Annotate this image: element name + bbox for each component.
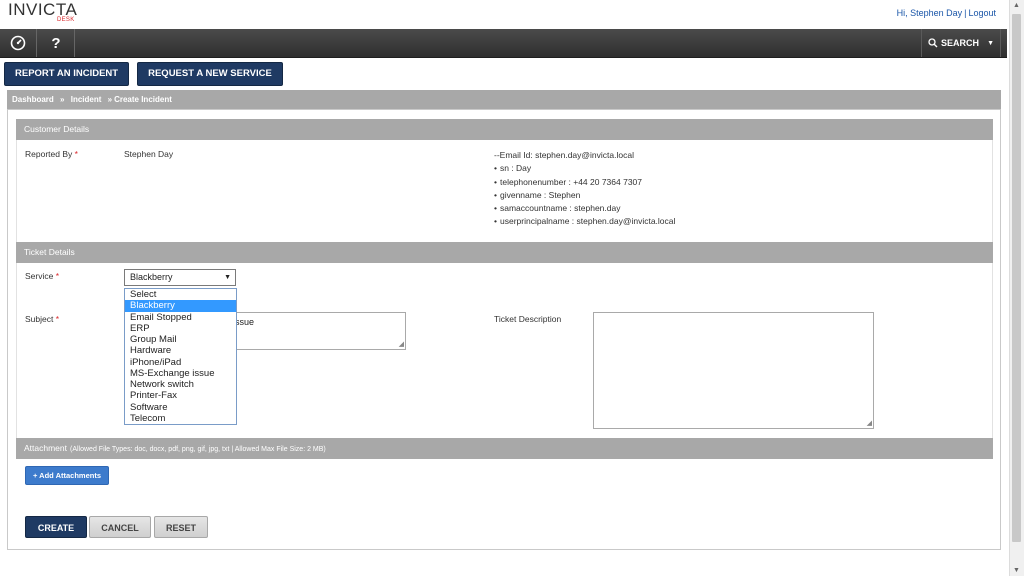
breadcrumb-incident[interactable]: Incident [71, 95, 102, 104]
attribute-item: • telephonenumber : +44 20 7364 7307 [494, 176, 675, 189]
bullet: • [494, 216, 497, 227]
breadcrumb-separator: » [60, 95, 65, 104]
ticket-description-input[interactable]: ◢ [593, 312, 874, 429]
attribute-text: sn : Day [499, 163, 532, 174]
breadcrumb: Dashboard » Incident » Create Incident [7, 90, 1001, 109]
attribute-item: • givenname : Stephen [494, 189, 675, 202]
scroll-up-icon[interactable]: ▲ [1013, 2, 1020, 9]
search-icon [928, 38, 938, 48]
separator: | [964, 8, 967, 18]
dropdown-arrow-icon: ▼ [224, 274, 231, 281]
logout-link[interactable]: Logout [968, 8, 996, 18]
attribute-text: telephonenumber : +44 20 7364 7307 [499, 176, 643, 187]
top-header: INVICTA DESK Hi, Stephen Day | Logout [0, 0, 1010, 28]
service-select-value: Blackberry [130, 272, 173, 282]
reset-button[interactable]: RESET [154, 516, 208, 538]
request-service-button[interactable]: REQUEST A NEW SERVICE [137, 62, 283, 86]
attachment-title: Attachment [24, 443, 67, 453]
app-logo[interactable]: INVICTA DESK [8, 0, 78, 23]
reported-by-label: Reported By * [25, 149, 78, 159]
cancel-button[interactable]: CANCEL [89, 516, 151, 538]
main-navbar: ? SEARCH ▼ [0, 29, 1007, 58]
option-ms-exchange-issue[interactable]: MS-Exchange issue [125, 368, 236, 379]
page-scrollbar[interactable]: ▲ ▼ [1009, 0, 1024, 576]
attribute-item: • samaccountname : stephen.day [494, 202, 675, 215]
logo-subtext: DESK [57, 17, 75, 23]
option-email-stopped[interactable]: Email Stopped [125, 312, 236, 323]
attribute-item: • sn : Day [494, 162, 675, 175]
resize-handle-icon[interactable]: ◢ [399, 341, 404, 348]
bullet: • [494, 203, 497, 214]
attachment-note: (Allowed File Types: doc, docx, pdf, png… [70, 446, 326, 453]
reported-by-text: Reported By [25, 149, 73, 159]
service-select[interactable]: Blackberry ▼ [124, 269, 236, 286]
option-network-switch[interactable]: Network switch [125, 379, 236, 390]
search-label: SEARCH [941, 38, 980, 48]
subject-label-text: Subject [25, 314, 54, 324]
required-mark: * [74, 149, 78, 159]
dashboard-gauge-icon [10, 35, 26, 51]
service-label: Service * [25, 271, 59, 281]
search-menu[interactable]: SEARCH ▼ [921, 29, 1001, 57]
subject-value: ssue [235, 317, 255, 327]
create-button[interactable]: CREATE [25, 516, 87, 538]
breadcrumb-dashboard[interactable]: Dashboard [12, 95, 54, 104]
option-group-mail[interactable]: Group Mail [125, 334, 236, 345]
add-attachments-button[interactable]: + Add Attachments [25, 466, 109, 485]
option-printer-fax[interactable]: Printer-Fax [125, 390, 236, 401]
logo-text: INVICTA [8, 0, 78, 19]
attribute-item: • userprincipalname : stephen.day@invicta… [494, 215, 675, 228]
email-line: --Email Id: stephen.day@invicta.local [494, 150, 634, 160]
service-dropdown-list[interactable]: Select Blackberry Email Stopped ERP Grou… [124, 288, 237, 425]
option-telecom[interactable]: Telecom [125, 413, 236, 424]
ticket-description-label: Ticket Description [494, 314, 562, 324]
customer-info: --Email Id: stephen.day@invicta.local • s… [494, 149, 675, 229]
customer-details-header: Customer Details [16, 119, 993, 140]
subject-label: Subject * [25, 314, 59, 324]
action-buttons: REPORT AN INCIDENT REQUEST A NEW SERVICE [4, 62, 291, 86]
bullet: • [494, 163, 497, 174]
help-icon: ? [51, 34, 61, 52]
option-erp[interactable]: ERP [125, 323, 236, 334]
report-incident-button[interactable]: REPORT AN INCIDENT [4, 62, 130, 86]
help-button[interactable]: ? [38, 29, 75, 57]
option-software[interactable]: Software [125, 402, 236, 413]
bullet: • [494, 176, 497, 187]
service-label-text: Service [25, 271, 54, 281]
bullet: • [494, 189, 497, 200]
chevron-down-icon: ▼ [987, 39, 994, 47]
option-select[interactable]: Select [125, 289, 236, 300]
option-blackberry[interactable]: Blackberry [125, 300, 236, 312]
reported-by-value: Stephen Day [124, 149, 174, 159]
breadcrumb-separator: » [107, 95, 113, 104]
attribute-text: samaccountname : stephen.day [499, 203, 621, 214]
greeting-link[interactable]: Hi, Stephen Day [897, 8, 963, 18]
attribute-text: givenname : Stephen [499, 189, 581, 200]
required-mark: * [55, 314, 60, 324]
ticket-details-header: Ticket Details [16, 242, 993, 263]
attribute-text: userprincipalname : stephen.day@invicta.… [499, 216, 676, 227]
user-links: Hi, Stephen Day | Logout [897, 8, 996, 18]
scroll-down-icon[interactable]: ▼ [1013, 567, 1020, 574]
dashboard-button[interactable] [0, 29, 37, 57]
option-iphone-ipad[interactable]: iPhone/iPad [125, 357, 236, 368]
breadcrumb-create-incident: Create Incident [114, 95, 172, 104]
resize-handle-icon[interactable]: ◢ [867, 420, 872, 427]
required-mark: * [55, 271, 60, 281]
option-hardware[interactable]: Hardware [125, 345, 236, 356]
scroll-thumb[interactable] [1012, 14, 1021, 542]
attachment-header: Attachment (Allowed File Types: doc, docx… [16, 438, 993, 459]
